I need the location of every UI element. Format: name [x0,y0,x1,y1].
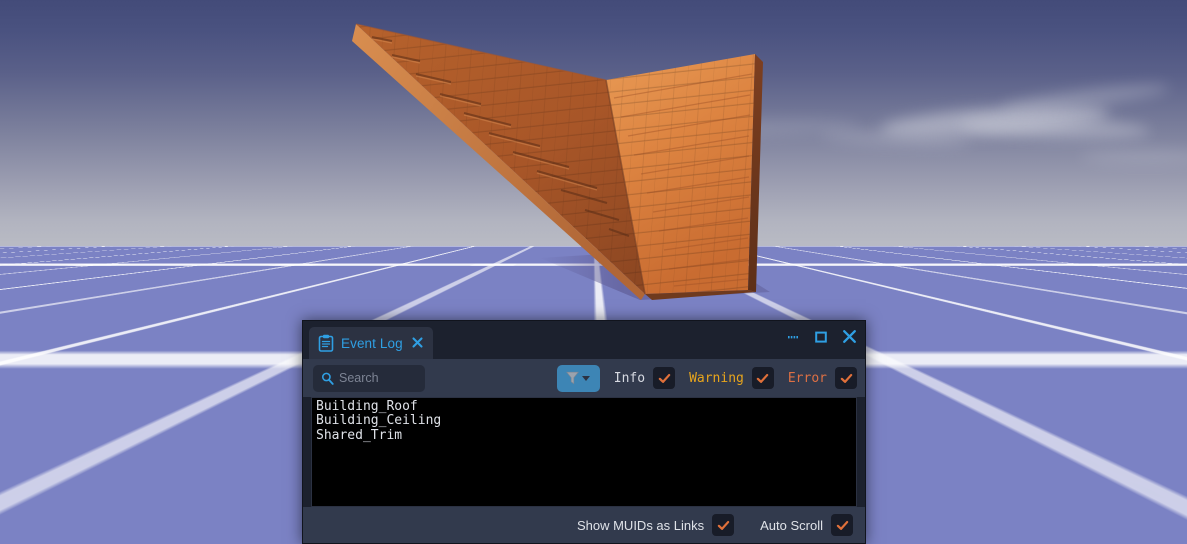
search-input[interactable]: Search [313,365,425,392]
minimize-icon[interactable] [786,330,800,344]
panel-titlebar[interactable]: Event Log [303,321,865,359]
log-line[interactable]: Building_Roof [316,400,853,414]
checkbox-auto-scroll[interactable] [831,514,853,536]
level-filter-error[interactable]: Error [788,367,857,389]
checkbox-warning[interactable] [752,367,774,389]
tab-label: Event Log [341,336,403,351]
chevron-down-icon[interactable] [582,376,590,381]
log-line[interactable]: Building_Ceiling [316,414,853,428]
maximize-icon[interactable] [814,330,828,344]
level-filter-info[interactable]: Info [614,367,675,389]
window-controls[interactable] [786,329,857,344]
app-root: Event Log [0,0,1187,544]
panel-footer[interactable]: Show MUIDs as Links Auto Scroll [303,507,865,543]
clipboard-icon [318,334,334,352]
show-muids-label: Show MUIDs as Links [577,518,704,533]
event-log-panel[interactable]: Event Log [302,320,866,544]
tab-event-log[interactable]: Event Log [309,327,433,359]
level-label-info: Info [614,371,645,386]
checkbox-info[interactable] [653,367,675,389]
checkbox-show-muids-as-links[interactable] [712,514,734,536]
close-icon[interactable] [842,329,857,344]
search-placeholder: Search [339,371,379,385]
log-output[interactable]: Building_Roof Building_Ceiling Shared_Tr… [311,397,857,507]
panel-toolbar[interactable]: Search Info Warning [303,359,865,397]
level-label-error: Error [788,371,827,386]
filter-button[interactable] [557,365,600,392]
level-filter-warning[interactable]: Warning [689,367,774,389]
level-label-warning: Warning [689,371,744,386]
search-icon [321,372,334,385]
tab-close-icon[interactable] [412,337,423,350]
log-line[interactable]: Shared_Trim [316,429,853,443]
auto-scroll-label: Auto Scroll [760,518,823,533]
checkbox-error[interactable] [835,367,857,389]
funnel-icon [566,371,579,385]
